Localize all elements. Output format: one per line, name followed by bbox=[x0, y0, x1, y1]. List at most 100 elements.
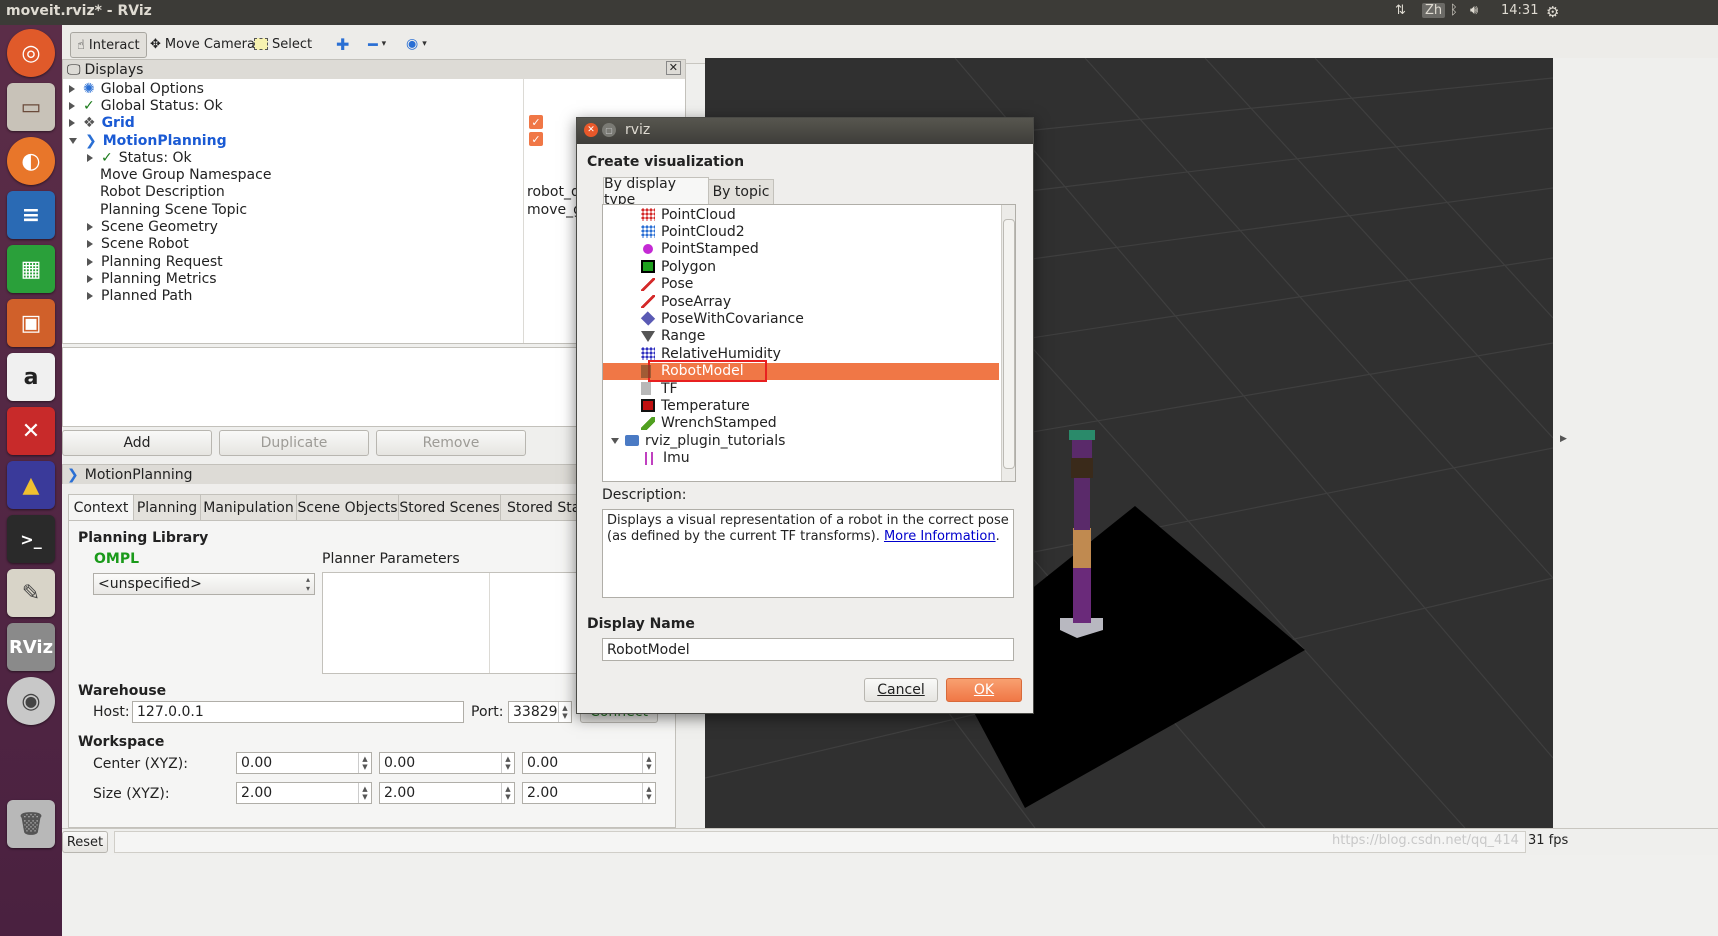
volume-icon[interactable]: 🔊︎ bbox=[1470, 3, 1478, 18]
expand-arrow-icon[interactable]: ▶ bbox=[1560, 434, 1567, 444]
list-item-posearray[interactable]: PoseArray bbox=[603, 293, 999, 310]
network-icon[interactable]: ⇅ bbox=[1395, 3, 1406, 18]
grid-enabled-checkbox[interactable]: ✓ bbox=[529, 115, 543, 129]
add-button[interactable]: Add bbox=[62, 430, 212, 456]
firefox-icon[interactable]: ◐ bbox=[7, 137, 55, 185]
host-input[interactable]: 127.0.0.1 bbox=[132, 701, 464, 723]
more-information-link[interactable]: More Information bbox=[884, 529, 996, 544]
scrollbar-thumb[interactable] bbox=[1003, 219, 1015, 469]
list-item-label: PointCloud2 bbox=[661, 223, 745, 240]
list-item-range[interactable]: Range bbox=[603, 328, 999, 345]
remove-tool-icon[interactable]: ━ ▾ bbox=[368, 32, 386, 56]
amazon-icon[interactable]: a bbox=[7, 353, 55, 401]
tree-row-robot-description[interactable]: Robot Description bbox=[100, 182, 225, 201]
tab-stored-scenes[interactable]: Stored Scenes bbox=[398, 494, 501, 521]
planner-parameters-table[interactable] bbox=[322, 572, 580, 674]
cancel-button[interactable]: Cancel bbox=[864, 678, 938, 702]
planning-scene-topic-value[interactable]: move_g bbox=[527, 200, 582, 219]
list-item-pose[interactable]: Pose bbox=[603, 276, 999, 293]
list-item-temperature[interactable]: Temperature bbox=[603, 397, 999, 414]
ok-button[interactable]: OK bbox=[946, 678, 1022, 702]
size-x-input[interactable]: 2.00 ▲ ▼ bbox=[236, 782, 372, 804]
spinner[interactable]: ▲ ▼ bbox=[501, 753, 514, 773]
maximize-icon[interactable]: ▢ bbox=[602, 123, 616, 137]
size-y-input[interactable]: 2.00 ▲ ▼ bbox=[379, 782, 515, 804]
port-spinner[interactable]: ▲ ▼ bbox=[558, 702, 571, 722]
ubuntu-icon[interactable]: ◎ bbox=[7, 29, 55, 77]
add-tool-icon[interactable]: ✚ bbox=[336, 32, 349, 56]
interact-button[interactable]: ☝ Interact bbox=[70, 32, 147, 58]
pose-icon bbox=[641, 277, 655, 291]
trash-icon[interactable]: 🗑︎ bbox=[7, 800, 55, 848]
list-item-imu[interactable]: Imu bbox=[603, 450, 999, 467]
text-editor-icon[interactable]: ✎ bbox=[7, 569, 55, 617]
list-folder-rviz-plugin-tutorials[interactable]: rviz_plugin_tutorials bbox=[603, 432, 999, 449]
spinner[interactable]: ▲ ▼ bbox=[642, 753, 655, 773]
spinner[interactable]: ▲ ▼ bbox=[642, 783, 655, 803]
writer-icon[interactable]: ≡ bbox=[7, 191, 55, 239]
software-updater-icon[interactable]: ▲ bbox=[7, 461, 55, 509]
tab-context[interactable]: Context bbox=[68, 494, 134, 521]
move-camera-button[interactable]: ✥ Move Camera bbox=[150, 32, 255, 56]
files-icon[interactable]: ▭ bbox=[7, 83, 55, 131]
motionplanning-enabled-checkbox[interactable]: ✓ bbox=[529, 132, 543, 146]
list-item-pointcloud2[interactable]: PointCloud2 bbox=[603, 223, 999, 240]
spinner[interactable]: ▲ ▼ bbox=[358, 783, 371, 803]
duplicate-button[interactable]: Duplicate bbox=[219, 430, 369, 456]
tree-row-scene-robot[interactable]: Scene Robot bbox=[87, 234, 189, 253]
list-item-robotmodel[interactable]: RobotModel bbox=[603, 360, 999, 383]
close-icon[interactable]: ✕ bbox=[584, 123, 598, 137]
robot-description-value[interactable]: robot_d bbox=[527, 182, 580, 201]
list-item-pointstamped[interactable]: PointStamped bbox=[603, 241, 999, 258]
reset-button[interactable]: Reset bbox=[62, 831, 108, 853]
monitor-icon: 🖵︎ bbox=[67, 62, 81, 78]
list-item-posewithcovariance[interactable]: PoseWithCovariance bbox=[603, 310, 999, 327]
rviz-icon[interactable]: RViz bbox=[7, 623, 55, 671]
displays-title: Displays bbox=[84, 62, 144, 78]
close-icon[interactable]: ✕ bbox=[665, 61, 681, 75]
size-z-input[interactable]: 2.00 ▲ ▼ bbox=[522, 782, 656, 804]
eye-icon[interactable]: ◉ ▾ bbox=[406, 32, 427, 56]
tab-by-topic[interactable]: By topic bbox=[708, 179, 774, 204]
spinner[interactable]: ▲ ▼ bbox=[358, 753, 371, 773]
impress-icon[interactable]: ▣ bbox=[7, 299, 55, 347]
center-x-input[interactable]: 0.00 ▲ ▼ bbox=[236, 752, 372, 774]
expanded-arrow-icon[interactable] bbox=[611, 437, 619, 444]
clock[interactable]: 14:31 bbox=[1501, 3, 1538, 18]
list-item-wrenchstamped[interactable]: WrenchStamped bbox=[603, 415, 999, 432]
interact-label: Interact bbox=[88, 37, 140, 53]
center-y-input[interactable]: 0.00 ▲ ▼ bbox=[379, 752, 515, 774]
tab-manipulation[interactable]: Manipulation bbox=[200, 494, 297, 521]
list-item-tf[interactable]: TF bbox=[603, 380, 999, 397]
spinner[interactable]: ▲ ▼ bbox=[501, 783, 514, 803]
hand-icon: ☝ bbox=[77, 37, 85, 53]
tab-by-display-type[interactable]: By display type bbox=[603, 176, 709, 208]
list-scrollbar[interactable] bbox=[1001, 205, 1015, 481]
port-input[interactable]: 33829 ▲ ▼ bbox=[508, 701, 572, 723]
motionplanning-icon: ❯ bbox=[67, 467, 79, 483]
list-item-polygon[interactable]: Polygon bbox=[603, 258, 999, 275]
settings-icon[interactable]: ✕ bbox=[7, 407, 55, 455]
center-z-input[interactable]: 0.00 ▲ ▼ bbox=[522, 752, 656, 774]
bluetooth-icon[interactable]: ᛒ bbox=[1450, 3, 1458, 18]
tree-row-planned-path[interactable]: Planned Path bbox=[87, 286, 192, 305]
remove-button[interactable]: Remove bbox=[376, 430, 526, 456]
planner-select[interactable]: <unspecified> ▴ ▾ bbox=[93, 573, 315, 595]
tab-planning[interactable]: Planning bbox=[133, 494, 201, 521]
tab-scene-objects[interactable]: Scene Objects bbox=[296, 494, 399, 521]
select-button[interactable]: Select bbox=[254, 32, 312, 56]
tree-row-grid[interactable]: ❖ Grid bbox=[69, 113, 135, 132]
list-item-relativehumidity[interactable]: RelativeHumidity bbox=[603, 345, 999, 362]
display-type-list[interactable]: PointCloud PointCloud2 PointStamped Polygon… bbox=[602, 204, 1016, 482]
dvd-icon[interactable]: ◉ bbox=[7, 677, 55, 725]
watermark: https://blog.csdn.net/qq_414 bbox=[1332, 833, 1519, 848]
input-method-indicator[interactable]: Zh bbox=[1422, 3, 1446, 18]
display-name-input[interactable]: RobotModel bbox=[602, 638, 1014, 661]
calc-icon[interactable]: ▦ bbox=[7, 245, 55, 293]
list-item-label: Pose bbox=[661, 276, 694, 293]
gear-icon[interactable]: ⚙ bbox=[1546, 3, 1559, 21]
list-item-pointcloud[interactable]: PointCloud bbox=[603, 206, 999, 223]
terminal-icon[interactable]: >_ bbox=[7, 515, 55, 563]
pointstamped-icon bbox=[643, 244, 653, 255]
tf-icon bbox=[641, 382, 651, 395]
